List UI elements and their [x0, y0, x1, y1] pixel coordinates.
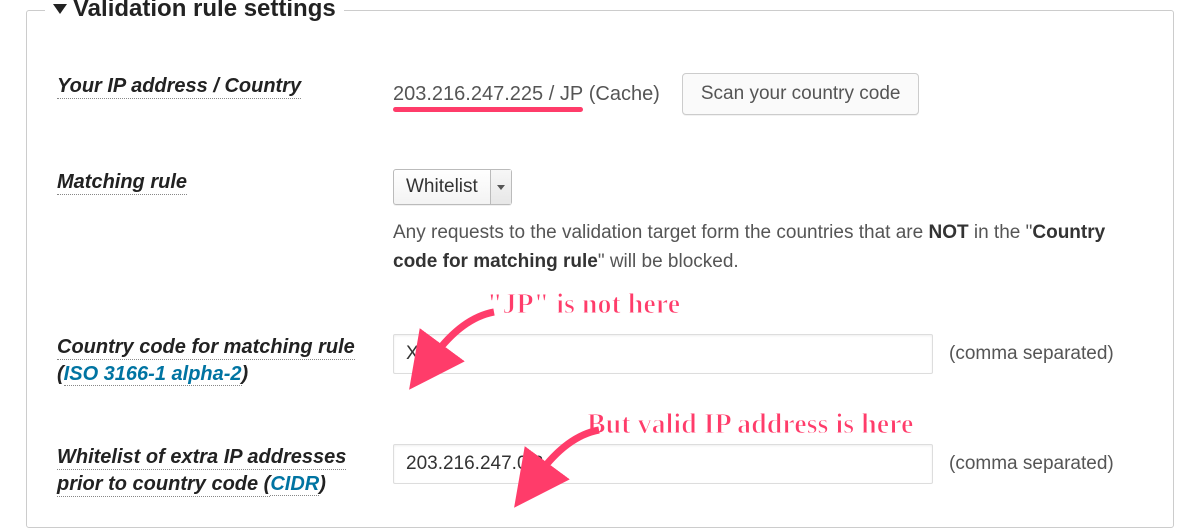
section-header[interactable]: Validation rule settings: [45, 0, 344, 23]
scan-country-button[interactable]: Scan your country code: [682, 73, 920, 115]
country-code-suffix: (comma separated): [949, 343, 1114, 365]
label-whitelist-line1: Whitelist of extra IP addresses: [57, 446, 346, 470]
collapse-triangle-icon[interactable]: [53, 4, 67, 14]
label-matching-rule: Matching rule: [57, 171, 187, 195]
ip-cache-suffix: (Cache): [583, 83, 660, 105]
label-country-code-line1: Country code for matching rule: [57, 336, 355, 360]
matching-rule-select[interactable]: Whitelist: [393, 169, 512, 205]
validation-settings-fieldset: Validation rule settings Your IP address…: [26, 10, 1174, 528]
callout-jp-not-here: "JP" is not here: [487, 289, 680, 321]
ip-highlight-underline: [393, 107, 583, 112]
country-code-input[interactable]: [393, 334, 933, 374]
ip-country-value: 203.216.247.225 / JP: [393, 83, 583, 105]
cidr-link[interactable]: CIDR: [270, 473, 319, 496]
section-title: Validation rule settings: [73, 0, 336, 23]
iso-3166-link[interactable]: ISO 3166-1 alpha-2: [64, 363, 242, 386]
whitelist-ip-input[interactable]: [393, 444, 933, 484]
matching-rule-selected: Whitelist: [394, 176, 490, 198]
callout-valid-ip-here: But valid IP address is here: [587, 409, 913, 441]
whitelist-suffix: (comma separated): [949, 453, 1114, 475]
chevron-down-icon[interactable]: [490, 170, 511, 204]
matching-rule-description: Any requests to the validation target fo…: [393, 219, 1113, 276]
label-ip-country: Your IP address / Country: [57, 75, 301, 99]
